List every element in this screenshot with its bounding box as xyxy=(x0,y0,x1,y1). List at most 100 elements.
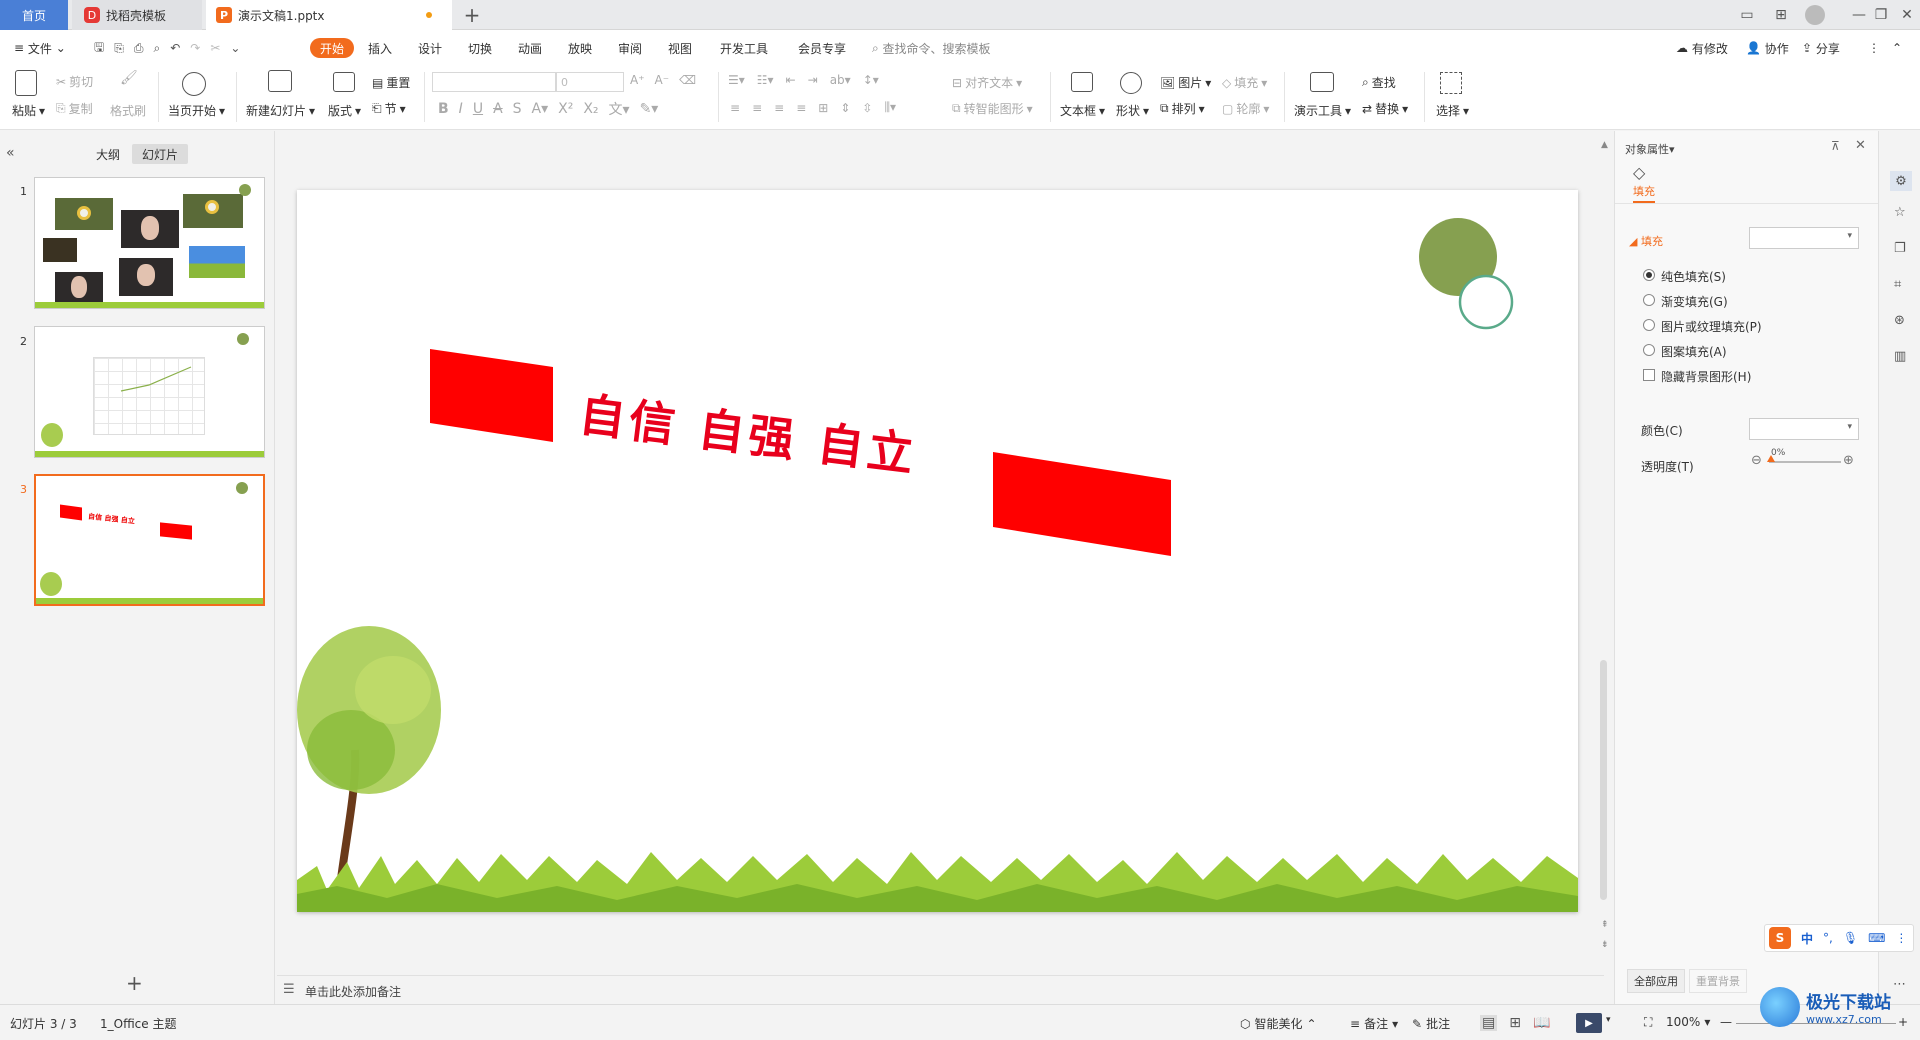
font-color-icon[interactable]: A▾ xyxy=(532,101,549,117)
print-preview-icon[interactable]: ⌕ xyxy=(153,41,160,56)
subscript-icon[interactable]: X₂ xyxy=(583,101,598,117)
arrange-button[interactable]: ⧉ 排列 ▾ xyxy=(1160,100,1205,117)
new-tab-button[interactable]: + xyxy=(460,3,484,27)
pin-icon[interactable]: ⊼ xyxy=(1831,139,1840,153)
bullet-list-icon[interactable]: ☰▾ xyxy=(728,73,745,87)
reading-view-icon[interactable]: 📖 xyxy=(1533,1015,1550,1031)
convert-smartart-button[interactable]: ⧉ 转智能图形 ▾ xyxy=(952,100,1033,117)
redo-icon[interactable]: ↷ xyxy=(190,41,200,55)
minus-circle-icon[interactable]: ⊖ xyxy=(1751,453,1762,468)
menu-tab-review[interactable]: 审阅 xyxy=(618,38,642,58)
format-painter-button[interactable]: 格式刷 xyxy=(110,102,146,119)
hide-bg-graphics-checkbox[interactable] xyxy=(1643,369,1655,381)
share-button[interactable]: ⇪ 分享 xyxy=(1802,38,1840,58)
grid-icon[interactable]: ⊞ xyxy=(1764,0,1798,30)
layout-icon[interactable]: ▭ xyxy=(1730,0,1764,30)
align-center-icon[interactable]: ≡ xyxy=(752,101,762,115)
notes-toggle-button[interactable]: ≡ 备注 ▾ xyxy=(1350,1015,1398,1032)
slide-thumbnail-1[interactable] xyxy=(34,177,265,309)
menu-tab-home[interactable]: 开始 xyxy=(310,38,355,58)
scroll-next-slide-icon[interactable]: ⇟ xyxy=(1601,940,1609,950)
transparency-slider[interactable] xyxy=(1769,461,1841,463)
color-select[interactable]: ▾ xyxy=(1749,418,1859,440)
strikethrough-icon[interactable]: A xyxy=(493,101,503,117)
align-right-icon[interactable]: ≡ xyxy=(774,101,784,115)
menu-tab-insert[interactable]: 插入 xyxy=(368,38,392,58)
pattern-fill-radio[interactable] xyxy=(1643,344,1655,356)
menu-tab-member[interactable]: 会员专享 xyxy=(798,38,846,58)
decrease-indent-icon[interactable]: ⇤ xyxy=(786,73,796,87)
sort-icon[interactable]: ↕▾ xyxy=(863,73,879,87)
navigation-icon[interactable]: ⊛ xyxy=(1894,313,1905,328)
font-size-select[interactable]: 0 xyxy=(556,72,624,92)
fit-window-icon[interactable]: ⛶ xyxy=(1644,1015,1652,1030)
slide-thumbnail-3[interactable]: 自信 自强 自立 xyxy=(34,474,265,606)
fill-button[interactable]: ◇ 填充 ▾ xyxy=(1222,74,1267,91)
paste-button[interactable]: 粘贴 ▾ xyxy=(12,102,45,119)
zoom-out-icon[interactable]: — xyxy=(1720,1015,1732,1029)
add-slide-button[interactable]: + xyxy=(126,971,143,995)
comments-button[interactable]: ✎ 批注 xyxy=(1412,1015,1450,1032)
font-name-select[interactable] xyxy=(432,72,556,92)
theme-name[interactable]: 1_Office 主题 xyxy=(100,1015,176,1032)
replace-button[interactable]: ⇄ 替换 ▾ xyxy=(1362,100,1408,117)
solid-fill-radio[interactable] xyxy=(1643,269,1655,281)
avatar[interactable] xyxy=(1798,0,1832,30)
normal-view-icon[interactable]: ▤ xyxy=(1480,1015,1498,1031)
fill-section-header[interactable]: ◢ 填充 xyxy=(1629,233,1663,249)
command-search[interactable]: ⌕ 查找命令、搜索模板 xyxy=(872,38,991,58)
layout-button[interactable]: 版式 ▾ xyxy=(328,102,361,119)
shape-button[interactable]: 形状 ▾ xyxy=(1116,102,1149,119)
more-icon[interactable]: ⌄ xyxy=(230,41,240,55)
animation-icon[interactable]: ☆ xyxy=(1894,205,1906,220)
picture-button[interactable]: 🖼 图片 ▾ xyxy=(1160,74,1211,91)
scroll-up-icon[interactable]: ▲ xyxy=(1601,140,1608,150)
scroll-prev-slide-icon[interactable]: ⇞ xyxy=(1601,920,1609,930)
outline-button[interactable]: ▢ 轮廓 ▾ xyxy=(1222,100,1269,117)
menu-tab-slideshow[interactable]: 放映 xyxy=(568,38,592,58)
scroll-thumb[interactable] xyxy=(1600,660,1607,900)
italic-icon[interactable]: I xyxy=(459,101,463,117)
menu-tab-animations[interactable]: 动画 xyxy=(518,38,542,58)
align-text-button[interactable]: ⊟ 对齐文本 ▾ xyxy=(952,74,1022,91)
collapse-panel-icon[interactable]: « xyxy=(6,145,15,161)
shadow-icon[interactable]: S xyxy=(513,101,522,117)
zoom-level[interactable]: 100% ▾ xyxy=(1666,1015,1710,1029)
slides-icon[interactable]: ❐ xyxy=(1894,241,1906,256)
clear-format-icon[interactable]: ✂ xyxy=(210,41,220,55)
textbox-button[interactable]: 文本框 ▾ xyxy=(1060,102,1105,119)
superscript-icon[interactable]: X² xyxy=(558,101,573,117)
undo-icon[interactable]: ↶ xyxy=(170,41,180,55)
print-icon[interactable]: ⎙ xyxy=(134,41,144,56)
slideshow-dropdown-icon[interactable]: ▾ xyxy=(1606,1015,1611,1025)
select-button[interactable]: 选择 ▾ xyxy=(1436,102,1469,119)
slide-sorter-icon[interactable]: ⊞ xyxy=(1509,1015,1521,1031)
paragraph-spacing-icon[interactable]: ⇳ xyxy=(862,101,872,115)
line-spacing-icon[interactable]: ⇕ xyxy=(840,101,850,115)
highlight-icon[interactable]: ✎▾ xyxy=(640,101,659,117)
gradient-fill-radio[interactable] xyxy=(1643,294,1655,306)
apply-all-button[interactable]: 全部应用 xyxy=(1627,969,1685,993)
start-current-slide-button[interactable]: 当页开始 ▾ xyxy=(168,102,225,119)
text-direction-icon[interactable]: ab▾ xyxy=(830,73,851,87)
slides-tab[interactable]: 幻灯片 xyxy=(132,144,188,164)
distribute-icon[interactable]: ⊞ xyxy=(818,101,828,115)
export-pdf-icon[interactable]: ⎘ xyxy=(114,41,124,56)
numbered-list-icon[interactable]: ☷▾ xyxy=(757,73,774,87)
outline-tab[interactable]: 大纲 xyxy=(86,144,130,164)
collapse-ribbon-icon[interactable]: ⌃ xyxy=(1892,38,1902,58)
tab-docer[interactable]: D 找稻壳模板 xyxy=(72,0,202,30)
tab-home[interactable]: 首页 xyxy=(0,0,68,30)
fill-select[interactable]: ▾ xyxy=(1749,227,1859,249)
phonetic-icon[interactable]: 文▾ xyxy=(609,99,630,119)
shrink-font-icon[interactable]: A⁻ xyxy=(655,73,670,87)
cut-button[interactable]: ✂ 剪切 xyxy=(56,73,93,90)
picture-fill-radio[interactable] xyxy=(1643,319,1655,331)
justify-icon[interactable]: ≡ xyxy=(796,101,806,115)
more-options-icon[interactable]: ⋮ xyxy=(1868,38,1880,58)
clear-format-eraser-icon[interactable]: ⌫ xyxy=(679,73,696,87)
reset-background-button[interactable]: 重置背景 xyxy=(1689,969,1747,993)
play-slideshow-button[interactable]: ▶ xyxy=(1576,1013,1602,1033)
column-icon[interactable]: ⫼▾ xyxy=(884,100,896,115)
vertical-scrollbar[interactable]: ▲ ⇞ ⇟ xyxy=(1598,140,1610,960)
